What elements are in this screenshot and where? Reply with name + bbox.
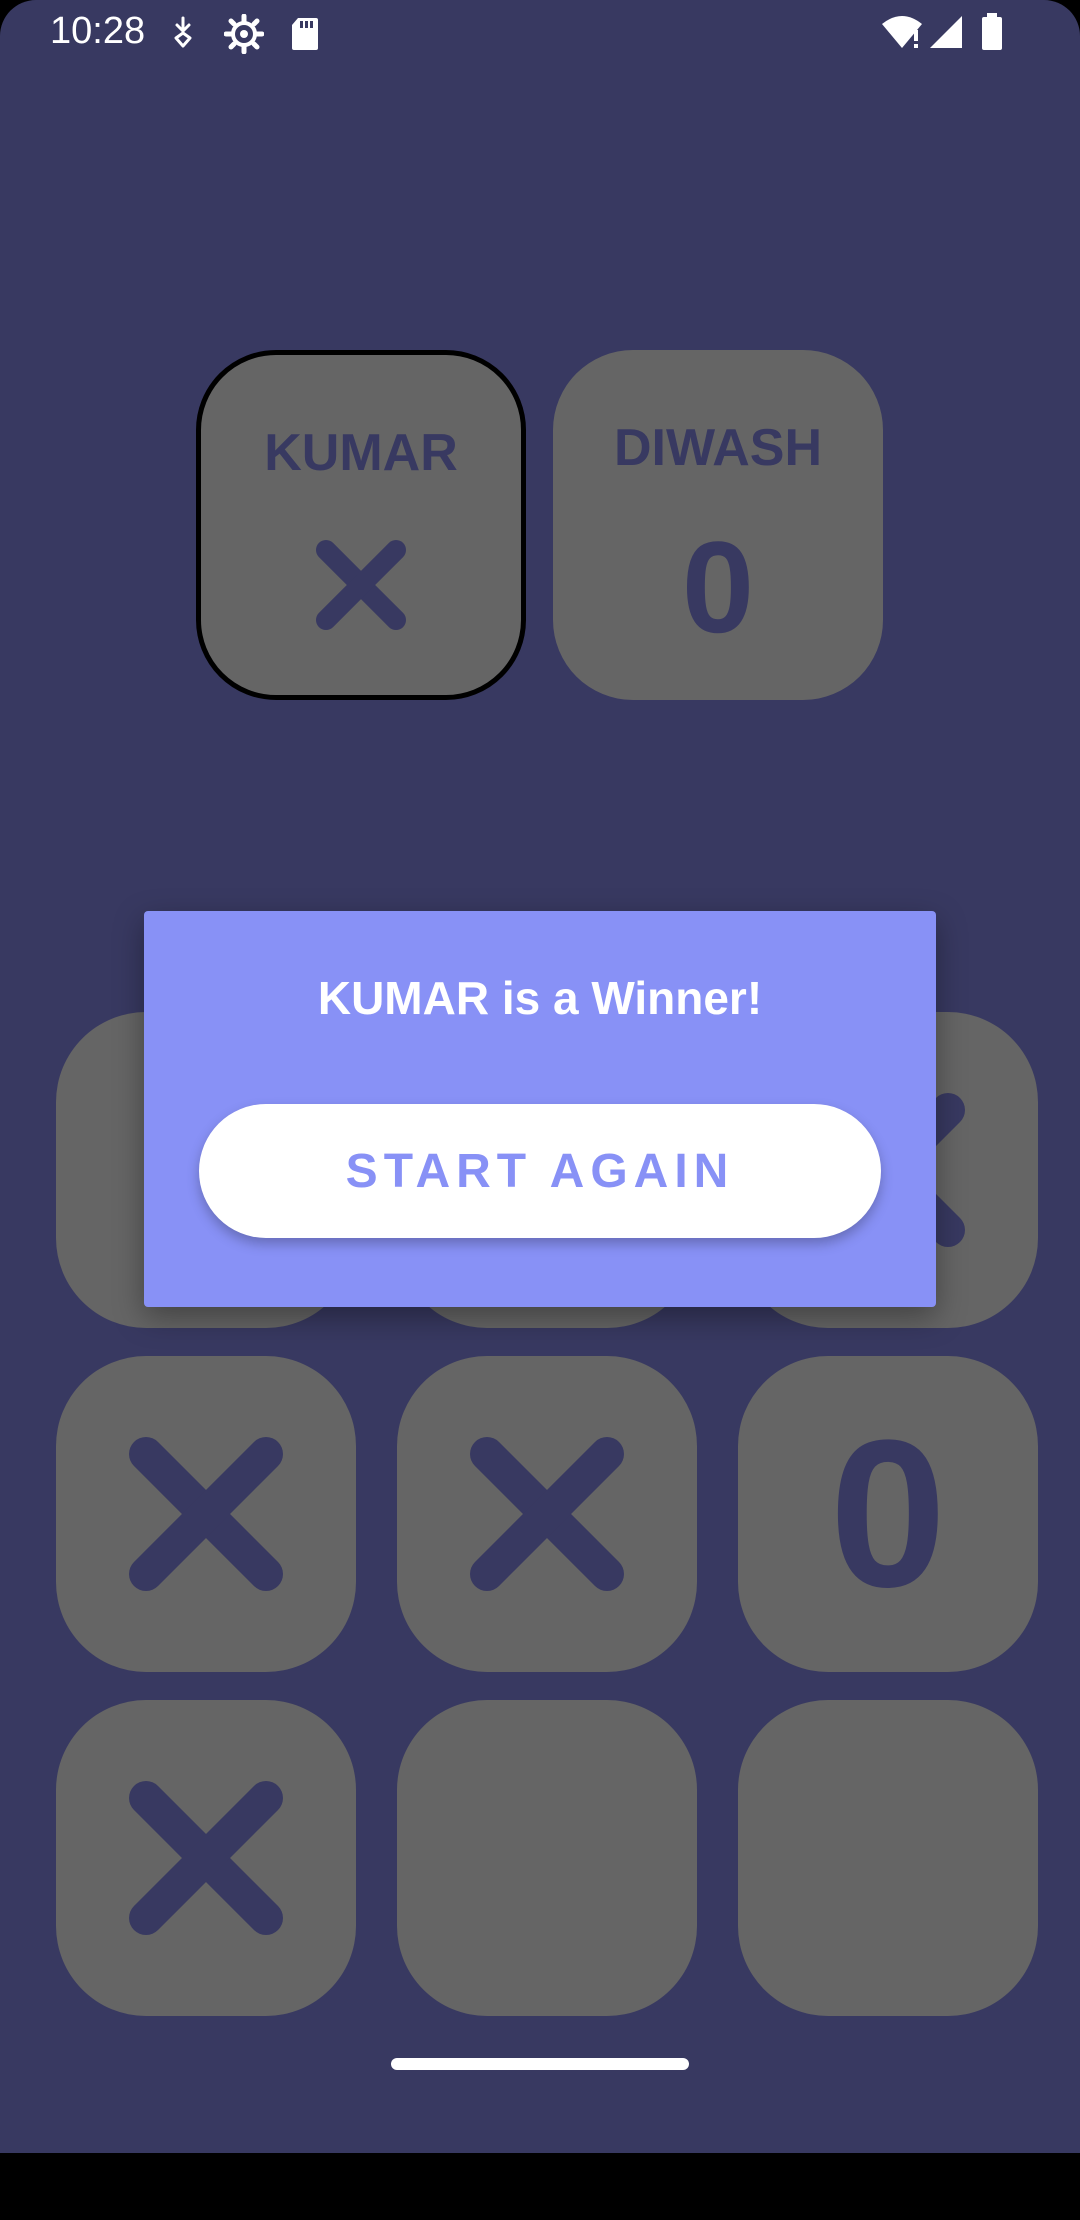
x-mark-icon	[129, 1437, 283, 1591]
navigation-bar	[0, 2153, 1080, 2220]
x-mark-icon	[470, 1437, 624, 1591]
player-symbol	[201, 535, 521, 635]
download-icon	[174, 16, 192, 48]
board-cell-3-1[interactable]	[56, 1700, 356, 2016]
status-bar: 10:28	[0, 0, 1080, 68]
x-mark-icon	[316, 540, 406, 630]
player-symbol: 0	[553, 522, 883, 652]
winner-dialog: KUMAR is a Winner! START AGAIN	[144, 911, 936, 1307]
wifi-alert-icon	[882, 16, 922, 48]
x-mark-icon	[129, 1781, 283, 1935]
settings-gear-icon	[224, 14, 264, 54]
start-again-button[interactable]: START AGAIN	[199, 1104, 881, 1238]
player-name: KUMAR	[264, 424, 458, 482]
board-cell-2-1[interactable]	[56, 1356, 356, 1672]
player-name: DIWASH	[614, 419, 822, 477]
winner-message: KUMAR is a Winner!	[317, 972, 763, 1024]
board-cell-2-3[interactable]: 0	[738, 1356, 1038, 1672]
status-time: 10:28	[50, 10, 146, 52]
sd-card-icon	[292, 18, 318, 50]
battery-icon	[982, 13, 1002, 50]
game-screen: 10:28 KUMAR DIWASH 0 0 KUMAR is a Winner…	[0, 0, 1080, 2153]
player-card-diwash: DIWASH 0	[553, 350, 883, 700]
board-cell-3-2[interactable]	[397, 1700, 697, 2016]
board-cell-2-2[interactable]	[397, 1356, 697, 1672]
o-mark: 0	[829, 1396, 947, 1631]
o-mark: 0	[681, 514, 755, 660]
player-card-kumar: KUMAR	[196, 350, 526, 700]
home-gesture-bar[interactable]	[391, 2058, 689, 2070]
signal-icon	[930, 16, 962, 48]
board-cell-3-3[interactable]	[738, 1700, 1038, 2016]
